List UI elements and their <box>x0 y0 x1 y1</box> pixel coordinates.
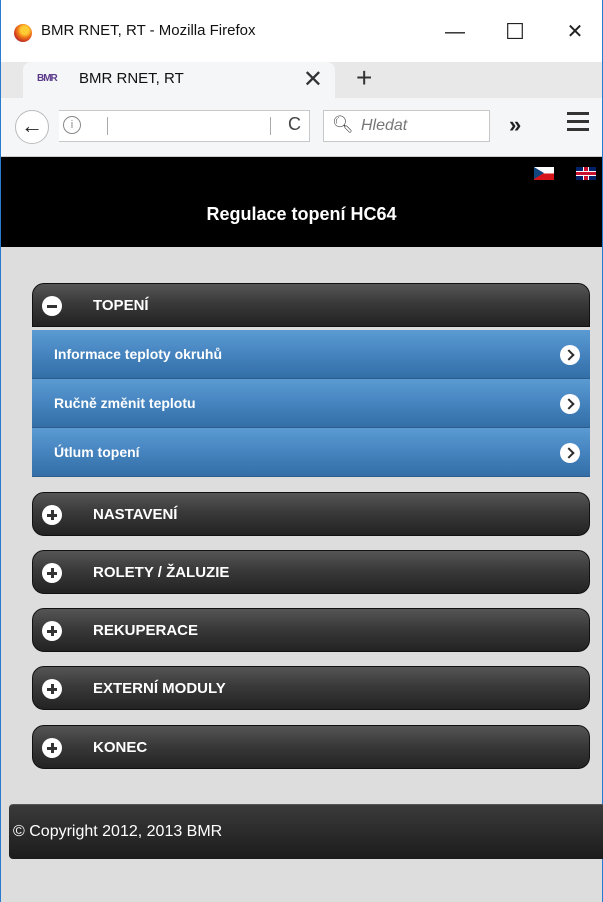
plus-icon <box>42 621 62 641</box>
minus-icon <box>42 296 62 316</box>
tab-close-button[interactable]: ✕ <box>303 65 323 94</box>
page-footer: © Copyright 2012, 2013 BMR <box>9 804 603 859</box>
overflow-menu-button[interactable]: » <box>509 112 521 138</box>
new-tab-button[interactable]: + <box>356 62 372 94</box>
list-item-label: Ručně změnit teplotu <box>54 395 196 411</box>
list-item-informace-teploty[interactable]: Informace teploty okruhů <box>32 330 590 379</box>
search-placeholder: Hledat <box>361 117 408 134</box>
czech-flag-icon[interactable] <box>534 167 554 180</box>
search-icon: 🔍︎ <box>332 115 354 134</box>
maximize-button[interactable]: ☐ <box>501 18 529 46</box>
reload-button[interactable]: C <box>288 114 301 135</box>
list-item-utlum-topeni[interactable]: Útlum topení <box>32 428 590 477</box>
list-item-label: Informace teploty okruhů <box>54 346 223 362</box>
page-header: Regulace topení HC64 <box>1 157 602 247</box>
section-rolety[interactable]: ROLETY / ŽALUZIE <box>32 550 590 594</box>
bmr-favicon-icon: BMR <box>37 73 58 84</box>
plus-icon <box>42 505 62 525</box>
window-title: BMR RNET, RT - Mozilla Firefox <box>41 22 256 39</box>
tab-bmr-rnet[interactable]: BMR BMR RNET, RT ✕ <box>23 62 335 98</box>
url-separator <box>270 117 271 135</box>
section-topeni[interactable]: TOPENÍ <box>32 283 590 327</box>
minimize-button[interactable]: — <box>441 18 469 46</box>
browser-window: BMR RNET, RT - Mozilla Firefox — ☐ ✕ BMR… <box>0 0 603 902</box>
section-label: ROLETY / ŽALUZIE <box>93 564 230 581</box>
list-item-rucne-zmenit[interactable]: Ručně změnit teplotu <box>32 379 590 428</box>
uk-flag-icon[interactable] <box>576 167 596 180</box>
section-label: TOPENÍ <box>93 297 149 314</box>
list-item-label: Útlum topení <box>54 444 140 460</box>
chevron-right-icon <box>560 443 580 463</box>
navigation-toolbar: ← i C 🔍︎ Hledat » <box>1 98 602 157</box>
chevron-right-icon <box>560 394 580 414</box>
page-title: Regulace topení HC64 <box>206 204 397 224</box>
url-separator <box>107 117 108 135</box>
chevron-right-icon <box>560 345 580 365</box>
plus-icon <box>42 563 62 583</box>
section-label: KONEC <box>93 739 148 756</box>
tab-strip: BMR BMR RNET, RT ✕ + <box>1 62 602 98</box>
section-konec[interactable]: KONEC <box>32 725 590 769</box>
plus-icon <box>42 679 62 699</box>
section-rekuperace[interactable]: REKUPERACE <box>32 608 590 652</box>
section-label: NASTAVENÍ <box>93 506 178 523</box>
search-input[interactable]: 🔍︎ Hledat <box>323 110 490 142</box>
back-button[interactable]: ← <box>15 110 49 144</box>
hamburger-menu-icon[interactable] <box>567 112 589 136</box>
copyright-text: © Copyright 2012, 2013 BMR <box>13 823 223 840</box>
site-info-icon[interactable]: i <box>63 116 81 134</box>
section-label: REKUPERACE <box>93 622 199 639</box>
tab-title: BMR RNET, RT <box>79 70 184 87</box>
section-externi-moduly[interactable]: EXTERNÍ MODULY <box>32 666 590 710</box>
section-nastaveni[interactable]: NASTAVENÍ <box>32 492 590 536</box>
firefox-icon <box>14 24 32 42</box>
title-bar: BMR RNET, RT - Mozilla Firefox — ☐ ✕ <box>1 0 602 62</box>
close-window-button[interactable]: ✕ <box>561 18 589 46</box>
section-label: EXTERNÍ MODULY <box>93 680 226 697</box>
page-content: Regulace topení HC64 TOPENÍ Informace te… <box>1 157 603 902</box>
url-bar[interactable]: i C <box>59 110 310 142</box>
plus-icon <box>42 738 62 758</box>
